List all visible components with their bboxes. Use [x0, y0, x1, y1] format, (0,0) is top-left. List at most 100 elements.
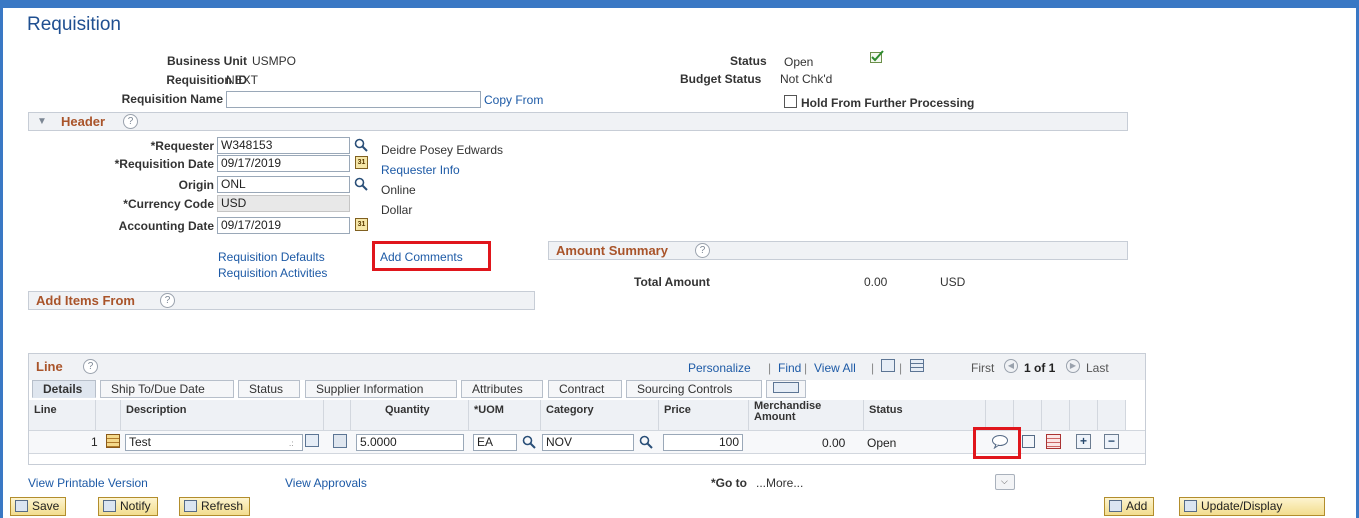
update-display-button[interactable]: Update/Display — [1179, 497, 1325, 516]
description-input[interactable]: Test — [125, 434, 303, 451]
go-to-value: ...More... — [756, 476, 804, 490]
go-to-dropdown[interactable]: ⌵ — [995, 474, 1015, 490]
col-blank — [96, 400, 121, 430]
currency-code-field: USD — [217, 195, 350, 212]
origin-desc: Online — [381, 183, 416, 197]
requester-input[interactable]: W348153 — [217, 137, 350, 154]
requisition-name-input[interactable] — [226, 91, 481, 108]
price-input[interactable]: 100 — [663, 434, 743, 451]
show-all-columns-icon[interactable] — [766, 380, 806, 398]
save-icon — [15, 500, 28, 512]
line-status-value: Open — [867, 436, 897, 450]
chevron-down-icon: ⌵ — [1001, 476, 1008, 486]
tab-attributes[interactable]: Attributes — [461, 380, 543, 398]
hold-checkbox[interactable] — [784, 95, 797, 108]
calendar-icon[interactable]: 31 — [355, 156, 368, 169]
line-grid-header: Line ? Personalize | Find | View All | |… — [29, 354, 1145, 380]
lookup-category-icon[interactable] — [639, 435, 653, 449]
col-line: Line — [29, 400, 96, 430]
header-section-bar[interactable]: ▼ Header ? — [28, 112, 1128, 131]
total-amount-currency: USD — [940, 275, 966, 289]
line-grid-title: Line — [36, 359, 63, 374]
check-icon — [870, 50, 884, 63]
col-description: Description — [121, 400, 324, 430]
refresh-icon — [184, 500, 197, 512]
requisition-date-input[interactable]: 09/17/2019 — [217, 155, 350, 172]
help-icon[interactable]: ? — [123, 114, 138, 129]
schedule-icon[interactable] — [1022, 435, 1035, 448]
add-row-icon[interactable]: + — [1076, 434, 1091, 449]
view-approvals-link[interactable]: View Approvals — [285, 476, 367, 490]
view-all-link[interactable]: View All — [814, 361, 856, 375]
amount-summary-title: Amount Summary — [556, 243, 668, 258]
requisition-defaults-link[interactable]: Requisition Defaults — [218, 250, 325, 264]
category-input[interactable]: NOV — [542, 434, 634, 451]
separator: | — [899, 361, 903, 375]
help-icon[interactable]: ? — [83, 359, 98, 374]
save-button[interactable]: Save — [10, 497, 67, 516]
tab-contract[interactable]: Contract — [548, 380, 622, 398]
currency-code-label: *Currency Code — [123, 197, 214, 211]
col-blank — [324, 400, 351, 430]
view-printable-version-link[interactable]: View Printable Version — [28, 476, 148, 490]
personalize-link[interactable]: Personalize — [688, 361, 751, 375]
requisition-activities-link[interactable]: Requisition Activities — [218, 266, 327, 280]
delete-row-icon[interactable]: − — [1104, 434, 1119, 449]
zoom-icon[interactable] — [881, 359, 895, 372]
uom-input[interactable]: EA — [473, 434, 517, 451]
col-blank — [1070, 400, 1098, 430]
total-amount-label: Total Amount — [634, 275, 710, 289]
download-icon[interactable] — [910, 359, 924, 372]
status-label: Status — [730, 54, 767, 68]
business-unit-value: USMPO — [252, 54, 297, 68]
tab-status[interactable]: Status — [238, 380, 300, 398]
requisition-name-label: Requisition Name — [121, 92, 223, 106]
tab-details[interactable]: Details — [32, 380, 96, 398]
tab-supplier-information[interactable]: Supplier Information — [305, 380, 457, 398]
collapse-icon[interactable]: ▼ — [37, 116, 47, 127]
business-unit-label: Business Unit — [166, 54, 247, 68]
find-link[interactable]: Find — [778, 361, 801, 375]
col-quantity: Quantity — [351, 400, 469, 430]
col-merchandise-amount: Merchandise Amount — [749, 400, 864, 430]
page-title: Requisition — [27, 14, 121, 35]
amount-summary-bar: Amount Summary ? — [548, 241, 1128, 260]
quantity-input[interactable]: 5.0000 — [356, 434, 464, 451]
tab-sourcing-controls[interactable]: Sourcing Controls — [626, 380, 762, 398]
add-icon — [1109, 500, 1122, 512]
highlight-comment-icon — [973, 427, 1021, 459]
lookup-origin-icon[interactable] — [354, 177, 368, 191]
item-details-icon[interactable] — [106, 434, 120, 448]
origin-label: Origin — [178, 178, 214, 192]
requisition-id-value: NEXT — [226, 73, 259, 87]
next-icon[interactable]: ▶ — [1066, 359, 1080, 373]
total-amount-value: 0.00 — [864, 275, 888, 289]
col-blank — [1042, 400, 1070, 430]
requester-info-link[interactable]: Requester Info — [381, 163, 460, 177]
item-search-icon[interactable] — [333, 434, 347, 448]
currency-desc: Dollar — [381, 203, 413, 217]
origin-input[interactable]: ONL — [217, 176, 350, 193]
refresh-button[interactable]: Refresh — [179, 497, 251, 516]
col-uom: *UOM — [469, 400, 541, 430]
lookup-uom-icon[interactable] — [522, 435, 536, 449]
expand-description-icon[interactable] — [305, 434, 319, 447]
sourcing-icon[interactable] — [1046, 434, 1061, 449]
help-icon[interactable]: ? — [160, 293, 175, 308]
lookup-requester-icon[interactable] — [354, 138, 368, 152]
help-icon[interactable]: ? — [695, 243, 710, 258]
copy-from-link[interactable]: Copy From — [484, 93, 543, 107]
budget-status-value: Not Chk'd — [780, 72, 833, 86]
col-price: Price — [659, 400, 749, 430]
previous-icon[interactable]: ◀ — [1004, 359, 1018, 373]
calendar-icon[interactable]: 31 — [355, 218, 368, 231]
line-number: 1 — [91, 435, 98, 449]
col-blank — [1098, 400, 1126, 430]
notify-button[interactable]: Notify — [98, 497, 158, 516]
accounting-date-input[interactable]: 09/17/2019 — [217, 217, 350, 234]
add-button[interactable]: Add — [1104, 497, 1155, 516]
tab-ship-to-due-date[interactable]: Ship To/Due Date — [100, 380, 234, 398]
go-to-label: *Go to — [711, 476, 747, 490]
col-blank — [1014, 400, 1042, 430]
requisition-date-label: *Requisition Date — [114, 157, 214, 171]
